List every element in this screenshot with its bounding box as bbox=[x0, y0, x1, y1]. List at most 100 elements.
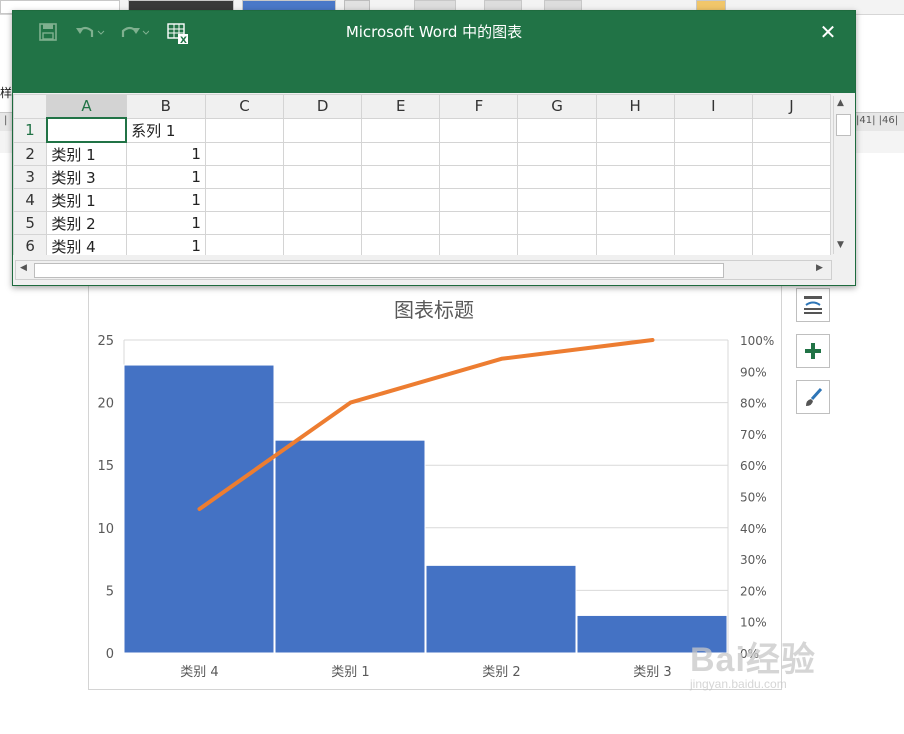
cell-a5[interactable]: 类别 2 bbox=[46, 211, 127, 235]
vertical-scroll-thumb[interactable] bbox=[836, 114, 851, 136]
cell-a6[interactable]: 类别 4 bbox=[46, 234, 127, 255]
close-button[interactable]: ✕ bbox=[813, 19, 843, 45]
cell-b2[interactable]: 1 bbox=[125, 141, 206, 166]
column-header-f[interactable]: F bbox=[439, 94, 519, 119]
cell-i2[interactable] bbox=[673, 141, 753, 166]
chart-data-window[interactable]: X Microsoft Word 中的图表 ✕ A B C D E F G H I J 1 系列 12… bbox=[12, 10, 856, 286]
cell-g1[interactable] bbox=[517, 117, 597, 143]
cell-e3[interactable] bbox=[361, 165, 441, 189]
cell-e6[interactable] bbox=[361, 234, 441, 255]
window-titlebar[interactable]: X Microsoft Word 中的图表 ✕ bbox=[13, 11, 855, 93]
cell-f3[interactable] bbox=[439, 165, 519, 189]
cell-h2[interactable] bbox=[595, 141, 675, 166]
cell-j2[interactable] bbox=[751, 141, 831, 166]
cell-f4[interactable] bbox=[439, 188, 519, 212]
cell-g4[interactable] bbox=[517, 188, 597, 212]
row-header[interactable]: 4 bbox=[13, 188, 48, 212]
cell-h1[interactable] bbox=[595, 117, 675, 143]
cell-a1[interactable] bbox=[45, 117, 128, 143]
column-header-g[interactable]: G bbox=[517, 94, 597, 119]
cell-d1[interactable] bbox=[283, 117, 363, 143]
cell-b3[interactable]: 1 bbox=[125, 165, 206, 189]
scroll-down-icon[interactable]: ▼ bbox=[837, 240, 844, 250]
sheet-table[interactable]: A B C D E F G H I J 1 系列 1 2 类别 1 1 3 类别 3 1 4 类别 1 1 5 类别 216… bbox=[13, 94, 831, 255]
column-header-b[interactable]: B bbox=[125, 94, 206, 119]
cell-g5[interactable] bbox=[517, 211, 597, 235]
cell-i4[interactable] bbox=[673, 188, 753, 212]
scroll-up-icon[interactable]: ▲ bbox=[837, 98, 844, 108]
sheet-row: 1 系列 1 bbox=[13, 117, 831, 143]
cell-a4[interactable]: 类别 1 bbox=[46, 188, 127, 212]
y2-tick-label: 80% bbox=[740, 397, 767, 411]
cell-g2[interactable] bbox=[517, 141, 597, 166]
cell-h5[interactable] bbox=[595, 211, 675, 235]
column-header-a[interactable]: A bbox=[46, 94, 127, 119]
x-tick-label: 类别 3 bbox=[633, 665, 671, 680]
cell-f1[interactable] bbox=[439, 117, 519, 143]
chart-styles-button[interactable] bbox=[796, 380, 830, 414]
cell-j6[interactable] bbox=[751, 234, 831, 255]
cell-i6[interactable] bbox=[673, 234, 753, 255]
cell-i3[interactable] bbox=[673, 165, 753, 189]
column-header-i[interactable]: I bbox=[673, 94, 753, 119]
column-header-d[interactable]: D bbox=[283, 94, 363, 119]
cell-c2[interactable] bbox=[204, 141, 285, 166]
row-header[interactable]: 1 bbox=[13, 117, 48, 143]
y-tick-label: 0 bbox=[106, 647, 114, 662]
cell-h6[interactable] bbox=[595, 234, 675, 255]
cell-a2[interactable]: 类别 1 bbox=[46, 141, 127, 166]
cell-d6[interactable] bbox=[283, 234, 363, 255]
spreadsheet-grid[interactable]: A B C D E F G H I J 1 系列 1 2 类别 1 1 3 类别 3 1 4 类别 1 1 5 类别 216… bbox=[13, 94, 831, 255]
row-header[interactable]: 2 bbox=[13, 141, 48, 166]
cell-d5[interactable] bbox=[283, 211, 363, 235]
cell-f6[interactable] bbox=[439, 234, 519, 255]
column-header-e[interactable]: E bbox=[361, 94, 441, 119]
cell-c1[interactable] bbox=[204, 117, 285, 143]
vertical-scrollbar[interactable]: ▲ ▼ bbox=[833, 96, 852, 254]
cell-b4[interactable]: 1 bbox=[125, 188, 206, 212]
cell-g3[interactable] bbox=[517, 165, 597, 189]
cell-j5[interactable] bbox=[751, 211, 831, 235]
row-header[interactable]: 6 bbox=[13, 234, 48, 255]
horizontal-scrollbar[interactable]: ◀ ▶ bbox=[15, 260, 832, 280]
cell-i5[interactable] bbox=[673, 211, 753, 235]
cell-a3[interactable]: 类别 3 bbox=[46, 165, 127, 189]
chart-layout-button[interactable] bbox=[796, 288, 830, 322]
cell-j1[interactable] bbox=[751, 117, 831, 143]
cell-c3[interactable] bbox=[204, 165, 285, 189]
chart-layout-icon bbox=[804, 296, 822, 314]
column-header-j[interactable]: J bbox=[751, 94, 831, 119]
cell-e5[interactable] bbox=[361, 211, 441, 235]
cell-e1[interactable] bbox=[361, 117, 441, 143]
cell-c4[interactable] bbox=[204, 188, 285, 212]
scroll-right-icon[interactable]: ▶ bbox=[816, 263, 823, 273]
cell-b1[interactable]: 系列 1 bbox=[125, 117, 206, 143]
cell-b5[interactable]: 1 bbox=[125, 211, 206, 235]
cell-e2[interactable] bbox=[361, 141, 441, 166]
cell-j4[interactable] bbox=[751, 188, 831, 212]
cell-d2[interactable] bbox=[283, 141, 363, 166]
cell-f5[interactable] bbox=[439, 211, 519, 235]
horizontal-scroll-thumb[interactable] bbox=[34, 263, 724, 278]
cell-g6[interactable] bbox=[517, 234, 597, 255]
column-header-h[interactable]: H bbox=[595, 94, 675, 119]
sheet-row: 5 类别 21 bbox=[13, 211, 831, 235]
cell-c6[interactable] bbox=[204, 234, 285, 255]
cell-c5[interactable] bbox=[204, 211, 285, 235]
row-header[interactable]: 5 bbox=[13, 211, 48, 235]
cell-f2[interactable] bbox=[439, 141, 519, 166]
cell-h4[interactable] bbox=[595, 188, 675, 212]
chart-elements-button[interactable] bbox=[796, 334, 830, 368]
cell-e4[interactable] bbox=[361, 188, 441, 212]
cell-j3[interactable] bbox=[751, 165, 831, 189]
cell-d4[interactable] bbox=[283, 188, 363, 212]
cell-d3[interactable] bbox=[283, 165, 363, 189]
row-header[interactable]: 3 bbox=[13, 165, 48, 189]
scroll-left-icon[interactable]: ◀ bbox=[20, 263, 27, 273]
column-header-c[interactable]: C bbox=[204, 94, 285, 119]
cell-h3[interactable] bbox=[595, 165, 675, 189]
cell-i1[interactable] bbox=[673, 117, 753, 143]
select-all-corner[interactable] bbox=[13, 94, 48, 119]
sheet-row: 6 类别 41 bbox=[13, 234, 831, 255]
cell-b6[interactable]: 1 bbox=[125, 234, 206, 255]
